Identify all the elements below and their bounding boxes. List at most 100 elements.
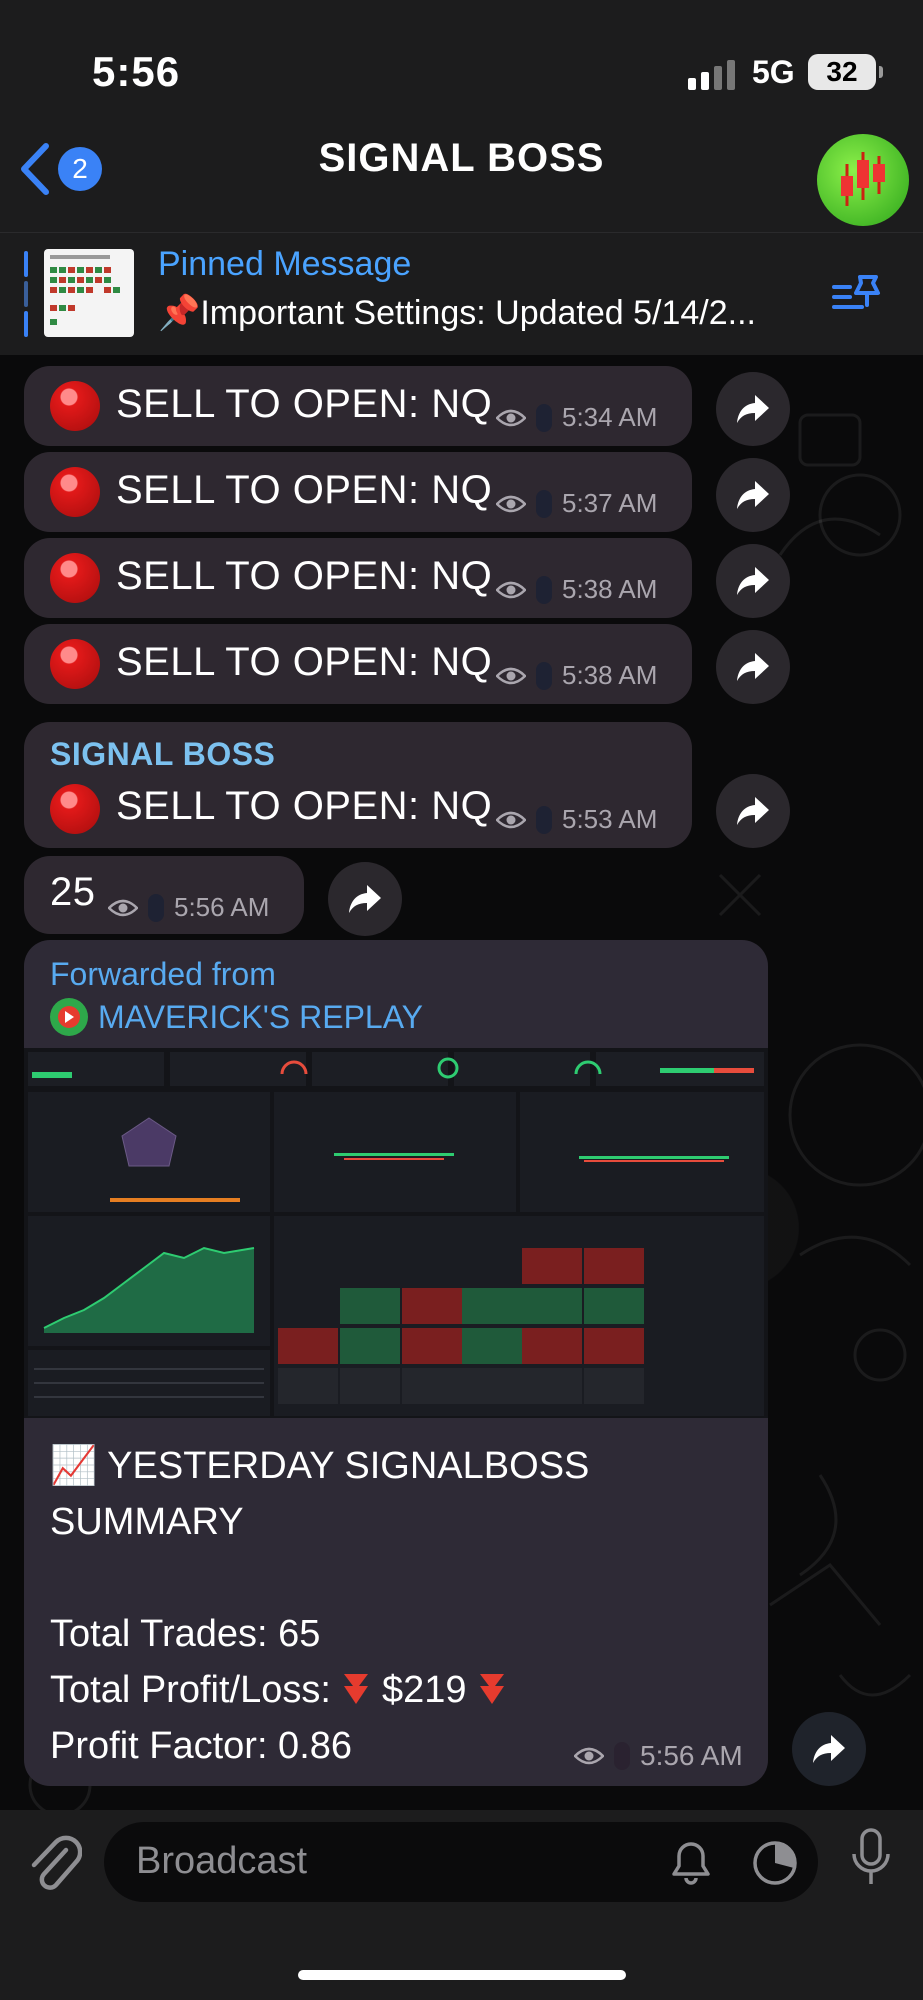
forwarded-source[interactable]: MAVERICK'S REPLAY (50, 998, 423, 1036)
summary-text: 📈 YESTERDAY SIGNALBOSS SUMMARY Total Tra… (50, 1438, 589, 1774)
message-time: 5:38 AM (562, 574, 658, 604)
total-trades: Total Trades: 65 (50, 1613, 321, 1655)
message-text: SELL TO OPEN: NQ (116, 468, 493, 512)
red-circle-icon (50, 381, 100, 431)
broadcast-input[interactable]: Broadcast (104, 1822, 818, 1902)
message-text: SELL TO OPEN: NQ (116, 784, 493, 828)
profit-factor: Profit Factor: 0.86 (50, 1725, 353, 1767)
profit-loss-label: Total Profit/Loss: (50, 1669, 331, 1711)
message-text: SELL TO OPEN: NQ (116, 554, 493, 598)
message-meta: 5:38 AM (496, 574, 657, 605)
share-button[interactable] (716, 774, 790, 848)
share-button[interactable] (716, 458, 790, 532)
share-button[interactable] (716, 372, 790, 446)
red-circle-icon (50, 467, 100, 517)
dashboard-screenshot[interactable] (24, 1048, 768, 1418)
share-arrow-icon (737, 797, 769, 825)
sender-name[interactable]: SIGNAL BOSS (50, 736, 275, 773)
message-meta: 5:38 AM (496, 660, 657, 691)
message-meta: 5:53 AM (496, 804, 657, 835)
pin-list-icon[interactable] (832, 273, 886, 317)
profit-loss-value: $219 (382, 1669, 467, 1711)
microphone-icon[interactable] (846, 1826, 896, 1890)
message-time: 5:34 AM (562, 402, 658, 432)
composer-bar: Broadcast (0, 1810, 923, 2000)
share-arrow-icon (737, 481, 769, 509)
channel-avatar[interactable] (817, 134, 909, 226)
network-type: 5G (752, 54, 795, 90)
clock: 5:56 (92, 48, 181, 95)
share-arrow-icon (813, 1735, 845, 1763)
forwarded-label: Forwarded from (50, 956, 276, 992)
share-button[interactable] (716, 630, 790, 704)
message-meta: 5:34 AM (496, 402, 657, 433)
views-eye-icon (496, 581, 526, 598)
red-down-triangle-icon (344, 1674, 369, 1704)
message-bubble[interactable]: 25 5:56 AM (24, 856, 304, 934)
views-count-placeholder (614, 1742, 630, 1770)
views-count-placeholder (536, 575, 552, 604)
attachment-icon[interactable] (26, 1832, 82, 1892)
share-arrow-icon (737, 395, 769, 423)
timer-icon[interactable] (750, 1838, 800, 1888)
message-bubble[interactable]: SELL TO OPEN: NQ 5:34 AM (24, 366, 692, 446)
message-text: 25 (50, 870, 96, 914)
share-arrow-icon (737, 567, 769, 595)
share-arrow-icon (349, 885, 381, 913)
views-eye-icon (496, 811, 526, 828)
views-eye-icon (108, 899, 138, 916)
message-text: SELL TO OPEN: NQ (116, 640, 493, 684)
views-eye-icon (496, 409, 526, 426)
message-time: 5:53 AM (562, 804, 658, 834)
chat-header: 2 SIGNAL BOSS (0, 120, 923, 232)
message-bubble[interactable]: SELL TO OPEN: NQ 5:38 AM (24, 624, 692, 704)
red-down-triangle-icon (480, 1674, 505, 1704)
message-bubble[interactable]: SELL TO OPEN: NQ 5:38 AM (24, 538, 692, 618)
candlestick-icon (841, 152, 885, 206)
cellular-signal-icon (688, 58, 735, 90)
views-eye-icon (574, 1747, 604, 1765)
share-button[interactable] (792, 1712, 866, 1786)
total-profit-loss: Total Profit/Loss: $219 (50, 1662, 589, 1718)
status-bar: 5:56 5G 32 (0, 0, 923, 120)
bell-icon[interactable] (666, 1838, 716, 1888)
message-bubble[interactable]: SELL TO OPEN: NQ 5:37 AM (24, 452, 692, 532)
pinned-text: 📌Important Settings: Updated 5/14/2... (158, 294, 757, 332)
pinned-message-bar[interactable]: Pinned Message 📌Important Settings: Upda… (0, 232, 923, 356)
red-circle-icon (50, 784, 100, 834)
share-arrow-icon (737, 653, 769, 681)
play-icon (50, 998, 88, 1036)
message-time: 5:37 AM (562, 488, 658, 518)
battery-icon: 32 (808, 54, 883, 90)
views-count-placeholder (536, 489, 552, 518)
pinned-indicator (24, 251, 28, 337)
views-count-placeholder (536, 805, 552, 834)
summary-title-line-1: 📈 YESTERDAY SIGNALBOSS (50, 1445, 590, 1487)
share-button[interactable] (328, 862, 402, 936)
message-time: 5:38 AM (562, 660, 658, 690)
message-meta: 5:56 AM (108, 892, 269, 923)
share-button[interactable] (716, 544, 790, 618)
message-text: SELL TO OPEN: NQ (116, 382, 493, 426)
views-count-placeholder (148, 893, 164, 922)
home-indicator[interactable] (298, 1970, 626, 1980)
pinned-thumbnail (44, 249, 134, 337)
message-time: 5:56 AM (174, 892, 270, 922)
summary-title-line-2: SUMMARY (50, 1501, 244, 1543)
message-meta: 5:56 AM (574, 1740, 743, 1772)
pinned-label: Pinned Message (158, 245, 412, 283)
views-eye-icon (496, 495, 526, 512)
red-circle-icon (50, 639, 100, 689)
chat-title[interactable]: SIGNAL BOSS (0, 136, 923, 181)
message-meta: 5:37 AM (496, 488, 657, 519)
views-eye-icon (496, 667, 526, 684)
forwarded-source-name: MAVERICK'S REPLAY (98, 998, 424, 1035)
forwarded-message[interactable]: Forwarded from MAVERICK'S REPLAY 📈 YESTE… (24, 940, 768, 1786)
input-placeholder: Broadcast (136, 1840, 308, 1882)
message-bubble[interactable]: SIGNAL BOSS SELL TO OPEN: NQ 5:53 AM (24, 722, 692, 848)
red-circle-icon (50, 553, 100, 603)
views-count-placeholder (536, 661, 552, 690)
message-time: 5:56 AM (640, 1740, 743, 1771)
views-count-placeholder (536, 403, 552, 432)
